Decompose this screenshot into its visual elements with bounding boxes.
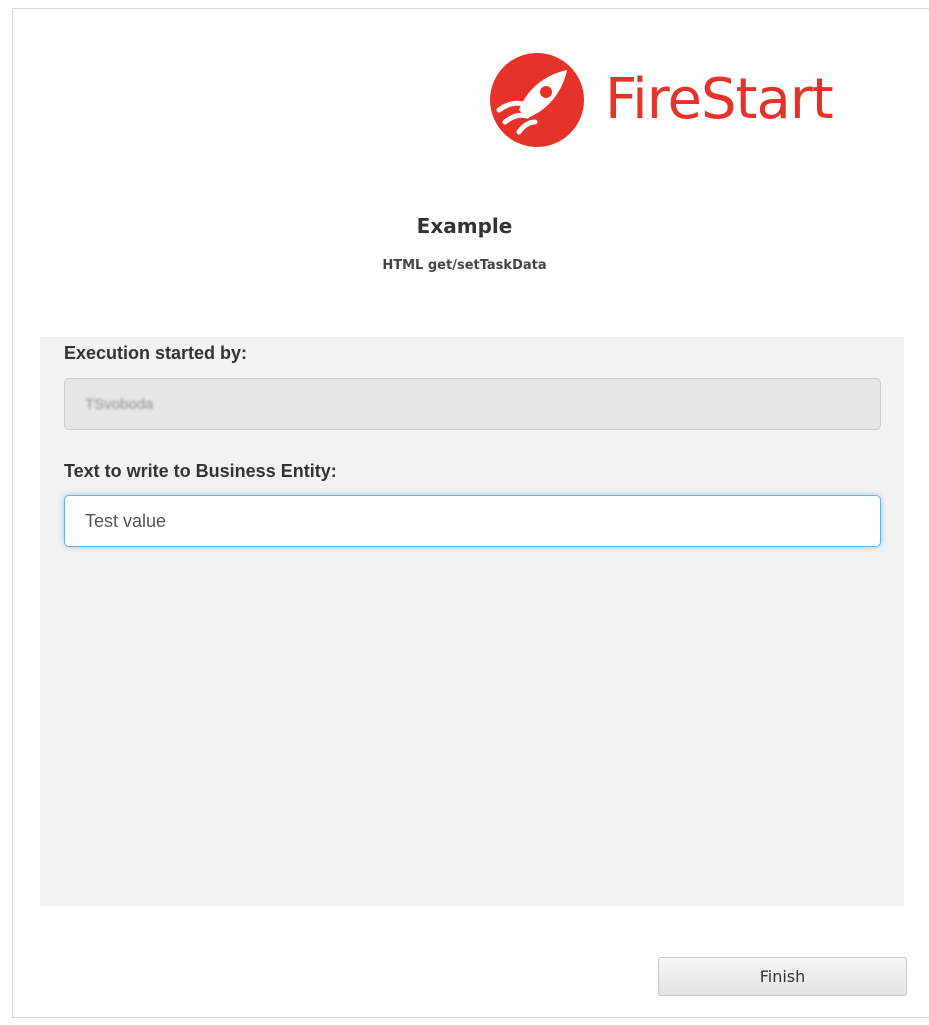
- started-by-value: TSvoboda: [85, 396, 154, 413]
- started-by-field: TSvoboda: [64, 378, 881, 430]
- entity-text-label: Text to write to Business Entity:: [64, 461, 337, 481]
- finish-button[interactable]: Finish: [658, 957, 907, 996]
- page-title: Example: [416, 214, 513, 238]
- entity-text-input[interactable]: [64, 495, 881, 547]
- page-subtitle: HTML get/setTaskData: [382, 258, 547, 273]
- rocket-icon: [490, 53, 584, 147]
- firestart-logo: FireStart: [489, 52, 834, 148]
- brand-name: FireStart: [605, 67, 834, 132]
- started-by-label: Execution started by:: [64, 343, 248, 363]
